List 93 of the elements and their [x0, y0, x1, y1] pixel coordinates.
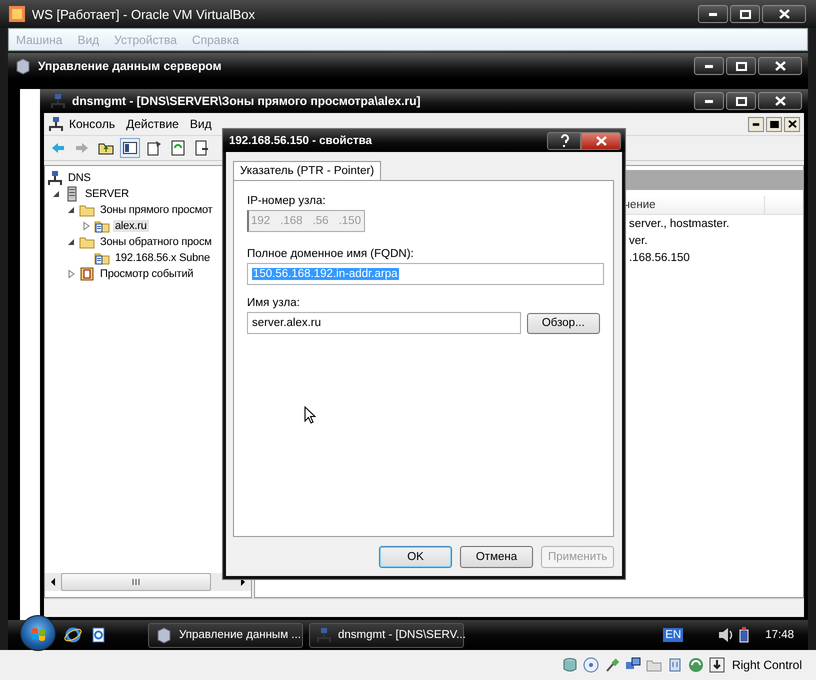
maximize-icon: [770, 120, 778, 128]
host-key-icon[interactable]: [708, 657, 725, 673]
tree-item[interactable]: SERVER: [83, 188, 131, 200]
language-indicator[interactable]: EN: [663, 628, 684, 642]
device-icon[interactable]: [737, 626, 752, 644]
close-button[interactable]: [762, 5, 806, 23]
window-title: WS [Работает] - Oracle VM VirtualBox: [32, 6, 256, 22]
minimize-icon: [705, 64, 713, 68]
left-arrow-icon: [49, 577, 57, 587]
right-arrow-icon: [239, 577, 247, 587]
window-title: Управление данным сервером: [38, 59, 222, 73]
optical-disc-icon[interactable]: [582, 657, 599, 673]
tree-item[interactable]: 192.168.56.x Subne: [113, 252, 212, 264]
close-button[interactable]: [784, 116, 800, 132]
scrollbar-thumb[interactable]: [61, 573, 211, 591]
ip-label: IP-номер узла:: [247, 195, 327, 207]
maximize-button[interactable]: [730, 5, 760, 23]
minimize-button[interactable]: [698, 5, 728, 23]
fqdn-label: Полное доменное имя (FQDN):: [247, 248, 415, 260]
menu-item[interactable]: Вид: [186, 117, 218, 131]
minimize-icon: [752, 122, 760, 126]
refresh-icon: [170, 140, 186, 156]
close-icon: [788, 120, 796, 128]
help-icon: [558, 134, 570, 148]
close-icon: [778, 9, 790, 19]
menu-item[interactable]: Действие: [123, 117, 185, 131]
properties-icon: [146, 140, 162, 156]
taskbar-button[interactable]: Управление данным ...: [148, 622, 303, 648]
mouse-integration-icon[interactable]: [688, 657, 704, 673]
host-key-label: Right Control: [732, 658, 802, 672]
list-cell: ver.: [629, 234, 648, 246]
tree-item[interactable]: alex.ru: [113, 220, 149, 232]
close-icon: [774, 61, 786, 71]
maximize-button[interactable]: [726, 92, 756, 110]
menu-item[interactable]: Консоль: [66, 117, 122, 131]
minimize-icon: [705, 100, 713, 102]
minimize-icon: [709, 12, 717, 16]
tree-item[interactable]: DNS: [66, 172, 93, 184]
clock: 17:48: [765, 629, 794, 641]
minimize-button[interactable]: [694, 57, 724, 75]
export-list-icon: [194, 140, 210, 156]
collapse-arrow-icon[interactable]: [66, 205, 76, 215]
grip-icon: [132, 578, 140, 586]
hard-disk-icon[interactable]: [562, 657, 578, 673]
collapse-arrow-icon[interactable]: [66, 237, 76, 247]
maximize-button[interactable]: [726, 57, 756, 75]
show-tree-button[interactable]: [120, 138, 140, 158]
event-log-icon: [79, 266, 95, 282]
network-icon: [47, 170, 63, 186]
close-button[interactable]: [758, 92, 802, 110]
close-icon: [596, 136, 606, 146]
dialog-button[interactable]: Отмена: [460, 546, 533, 568]
tree-item[interactable]: Зоны прямого просмот: [98, 204, 214, 216]
close-button[interactable]: [581, 132, 621, 150]
host-name-field[interactable]: server.alex.ru: [247, 312, 521, 334]
back-arrow-icon: [50, 140, 66, 156]
window-title: dnsmgmt - [DNS\SERVER\Зоны прямого просмотра\alex.ru]: [72, 94, 421, 108]
dialog-title: 192.168.56.150 - свойства: [229, 134, 372, 146]
maximize-icon: [740, 10, 750, 18]
list-cell: server., hostmaster.: [629, 218, 730, 230]
forward-arrow-icon: [74, 140, 90, 156]
minimize-button[interactable]: [748, 116, 764, 132]
browser-icon[interactable]: [64, 626, 82, 644]
server-icon: [14, 58, 32, 74]
network-icon: [316, 627, 332, 643]
maximize-button[interactable]: [766, 116, 782, 132]
tree-item[interactable]: Просмотр событий: [98, 268, 196, 280]
server-icon: [155, 626, 173, 644]
speaker-icon[interactable]: [717, 626, 734, 644]
close-button[interactable]: [758, 57, 802, 75]
list-cell: .168.56.150: [629, 252, 690, 264]
browse-button[interactable]: Обзор...: [526, 312, 600, 334]
dialog-button[interactable]: OK: [379, 546, 452, 568]
mouse-cursor-icon: [304, 406, 316, 424]
close-icon: [774, 96, 786, 106]
minimize-button[interactable]: [694, 92, 724, 110]
expand-arrow-icon[interactable]: [81, 221, 91, 231]
usb-plug-icon[interactable]: [604, 657, 620, 673]
maximize-icon: [736, 62, 746, 70]
chip-icon[interactable]: [666, 657, 683, 673]
taskbar-button[interactable]: dnsmgmt - [DNS\SERV...: [309, 622, 464, 648]
tab[interactable]: Указатель (PTR - Pointer): [233, 161, 382, 181]
tree-item[interactable]: Зоны обратного просм: [98, 236, 214, 248]
expand-arrow-icon[interactable]: [66, 269, 76, 279]
app-icon: [8, 5, 26, 23]
panes-icon: [122, 140, 138, 156]
maximize-icon: [736, 96, 746, 106]
collapse-arrow-icon[interactable]: [51, 189, 61, 199]
help-button[interactable]: [547, 132, 581, 150]
network-icon: [50, 93, 66, 109]
host-name-label: Имя узла:: [247, 297, 301, 309]
network-icon: [48, 116, 64, 132]
start-button[interactable]: [20, 615, 56, 651]
